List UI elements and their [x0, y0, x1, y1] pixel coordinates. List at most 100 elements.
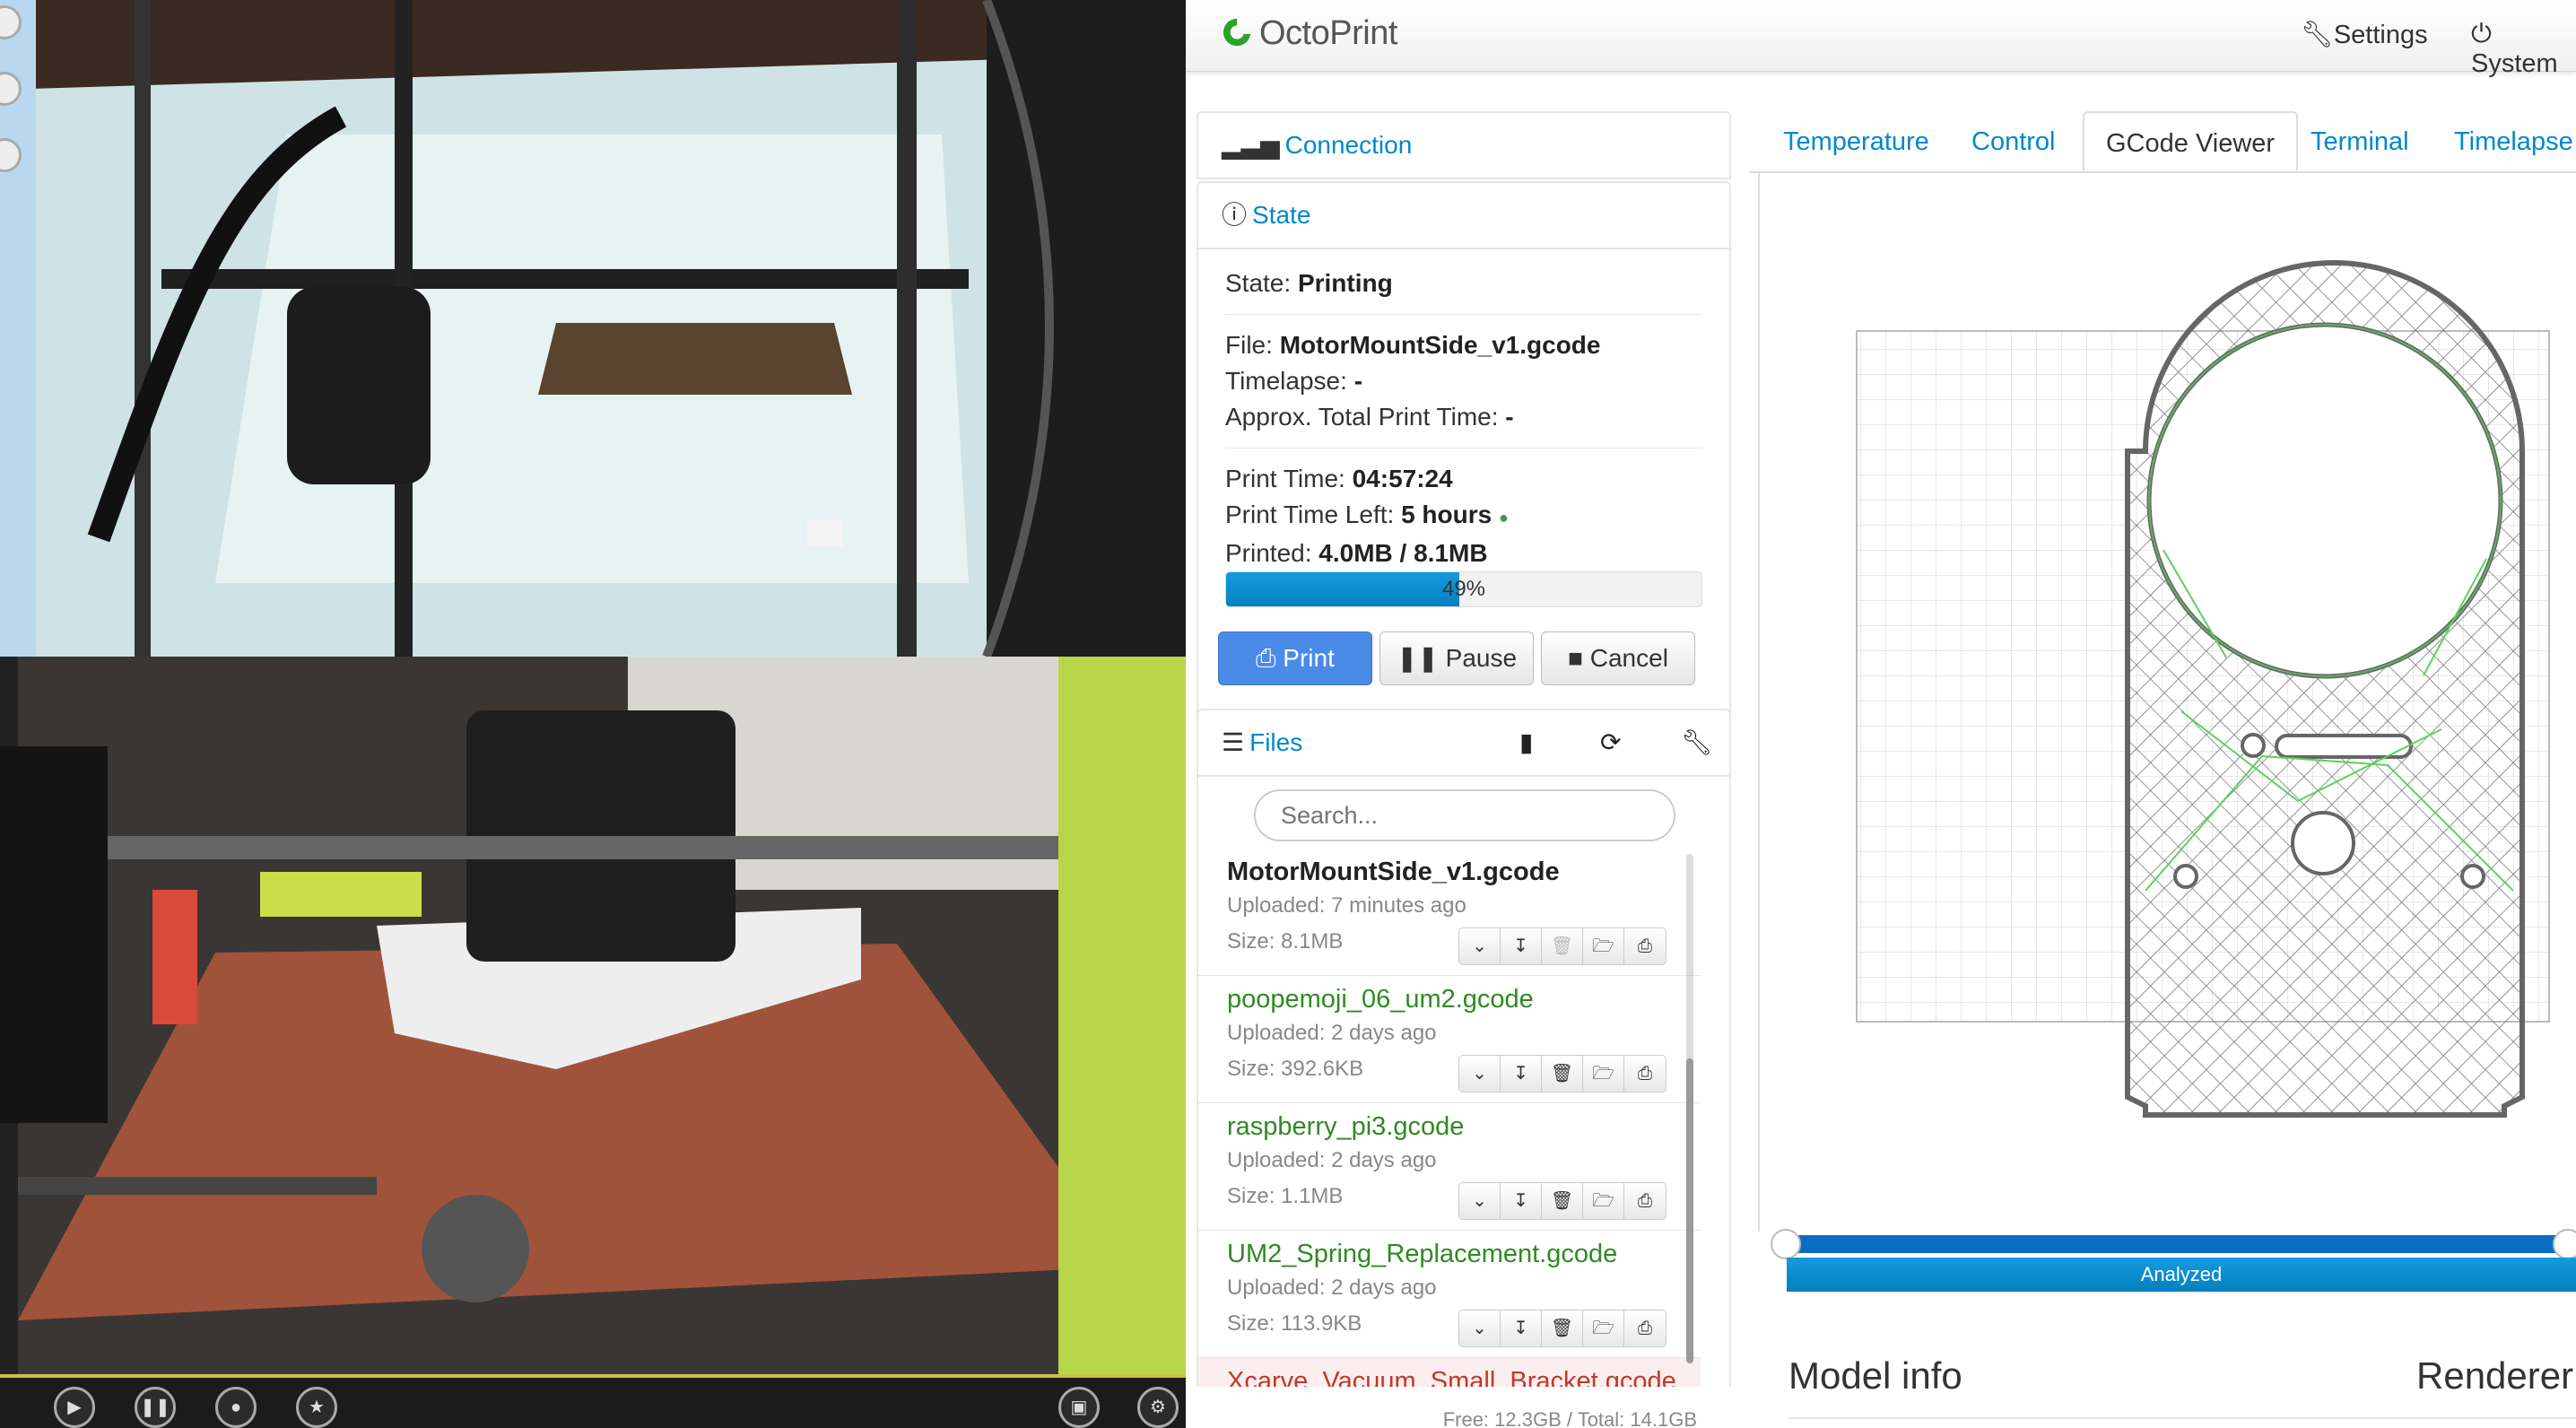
tab-gcode-viewer[interactable]: GCode Viewer: [2083, 111, 2299, 172]
renderer-rule: [2416, 1417, 2576, 1419]
cancel-button[interactable]: ■ Cancel: [1541, 631, 1695, 685]
print-icon[interactable]: ⎙: [1624, 928, 1666, 964]
folder-open-icon[interactable]: 🗁︎: [1583, 1056, 1624, 1092]
stop-icon: ■: [1568, 644, 1583, 672]
pause-button[interactable]: ❚❚ Pause: [1379, 631, 1534, 685]
file-item[interactable]: raspberry_pi3.gcode Uploaded: 2 days ago…: [1198, 1103, 1701, 1231]
printer-icon: ⎙: [1256, 644, 1276, 672]
chevron-down-icon[interactable]: ⌄: [1459, 1183, 1501, 1219]
model-info-rule: [1788, 1417, 2438, 1419]
folder-open-icon[interactable]: 🗁︎: [1583, 928, 1624, 964]
side-tool-button[interactable]: [0, 72, 22, 106]
file-item[interactable]: poopemoji_06_um2.gcode Uploaded: 2 days …: [1198, 976, 1701, 1103]
tab-temperature[interactable]: Temperature: [1762, 111, 1951, 172]
file-uploaded: Uploaded: 2 days ago: [1227, 1021, 1437, 1045]
octoprint-logo-icon: [1223, 18, 1251, 47]
search-input[interactable]: [1254, 789, 1675, 841]
printer-enclosure-view: [0, 0, 1186, 657]
brand-name: OctoPrint: [1259, 14, 1397, 52]
side-tool-button[interactable]: [0, 138, 22, 172]
snapshot-icon[interactable]: ▣: [1058, 1387, 1100, 1428]
state-panel: State: Printing File: MotorMountSide_v1.…: [1197, 249, 1731, 773]
file-size: Size: 1.1MB: [1227, 1184, 1344, 1208]
power-icon: ⏻: [2471, 20, 2492, 48]
layer-slider[interactable]: [1785, 1235, 2567, 1253]
video-controls-bar: ▶ ❚❚ ● ★ ▣ ⚙: [0, 1374, 1186, 1428]
chevron-down-icon[interactable]: ⌄: [1459, 1310, 1501, 1346]
chevron-down-icon[interactable]: ⌄: [1459, 928, 1501, 964]
file-uploaded: Uploaded: 2 days ago: [1227, 1148, 1437, 1172]
main-content: Temperature Control GCode Viewer Termina…: [1749, 72, 2576, 1428]
layer-slider-handle-start[interactable]: [1771, 1229, 1801, 1259]
file-uploaded: Uploaded: 7 minutes ago: [1227, 893, 1466, 918]
model-info-title: Model info: [1788, 1354, 1962, 1397]
tab-control[interactable]: Control: [1950, 111, 2077, 172]
camera-feed-bottom: [0, 657, 1186, 1374]
layer-slider-handle-end[interactable]: [2553, 1229, 2576, 1259]
file-item[interactable]: UM2_Spring_Replacement.gcode Uploaded: 2…: [1198, 1231, 1701, 1358]
print-button[interactable]: ⎙ Print: [1218, 631, 1372, 685]
pause-icon[interactable]: ❚❚: [135, 1387, 176, 1428]
refresh-icon[interactable]: ⟳: [1600, 710, 1621, 775]
tab-timelapse[interactable]: Timelapse: [2432, 111, 2576, 172]
gcode-viewer-canvas[interactable]: [1758, 173, 2576, 1232]
file-name: Xcarve_Vacuum_Small_Bracket.gcode: [1227, 1367, 1676, 1387]
print-bed-view: [0, 657, 1186, 1374]
tab-terminal[interactable]: Terminal: [2289, 111, 2431, 172]
download-icon[interactable]: ↧: [1501, 1310, 1542, 1346]
file-item[interactable]: MotorMountSide_v1.gcode Uploaded: 7 minu…: [1198, 849, 1701, 976]
list-icon: ☰: [1222, 728, 1245, 756]
audio-icon[interactable]: ●: [215, 1387, 257, 1428]
sidebar: ▂▃▅ Connection ⓘ State State: Printing Fil…: [1186, 72, 1731, 1428]
brand[interactable]: OctoPrint: [1220, 14, 1397, 53]
print-icon[interactable]: ⎙: [1624, 1056, 1666, 1092]
file-size: Size: 392.6KB: [1227, 1057, 1364, 1081]
file-row: File: MotorMountSide_v1.gcode: [1225, 331, 1601, 359]
file-item[interactable]: Xcarve_Vacuum_Small_Bracket.gcode: [1198, 1358, 1701, 1387]
record-icon[interactable]: ★: [296, 1387, 337, 1428]
wrench-icon: 🔧︎: [2301, 21, 2334, 49]
file-list-scrollbar-track[interactable]: [1686, 854, 1693, 1076]
files-label: Files: [1249, 728, 1303, 756]
trash-icon[interactable]: 🗑︎: [1542, 1310, 1583, 1346]
renderer-title: Renderer: [2416, 1354, 2574, 1397]
trash-icon[interactable]: 🗑︎: [1542, 928, 1583, 964]
camera-feeds: ▶ ❚❚ ● ★ ▣ ⚙: [0, 0, 1186, 1428]
camera-feed-top: [0, 0, 1186, 657]
file-name: raspberry_pi3.gcode: [1227, 1112, 1465, 1141]
pause-icon: ❚❚: [1396, 644, 1439, 672]
camera-side-toolbar: [0, 0, 36, 657]
print-icon[interactable]: ⎙: [1624, 1310, 1666, 1346]
chevron-down-icon[interactable]: ⌄: [1459, 1056, 1501, 1092]
file-actions: ⌄ ↧ 🗑︎ 🗁︎ ⎙: [1458, 1055, 1667, 1093]
play-icon[interactable]: ▶: [54, 1387, 95, 1428]
info-icon: ⓘ: [1222, 201, 1248, 229]
system-menu[interactable]: ⏻ System: [2471, 20, 2576, 79]
folder-open-icon[interactable]: 🗁︎: [1583, 1183, 1624, 1219]
file-size: Size: 8.1MB: [1227, 929, 1344, 953]
upload-file-icon[interactable]: ▮: [1519, 710, 1533, 775]
wrench-icon[interactable]: 🔧︎: [1681, 710, 1713, 775]
progress-label: 49%: [1441, 577, 1486, 601]
file-actions: ⌄ ↧ 🗑︎ 🗁︎ ⎙: [1458, 1310, 1667, 1347]
signal-icon: ▂▃▅: [1222, 131, 1280, 159]
timelapse-row: Timelapse: -: [1225, 367, 1363, 395]
download-icon[interactable]: ↧: [1501, 928, 1542, 964]
download-icon[interactable]: ↧: [1501, 1183, 1542, 1219]
state-panel-header[interactable]: ⓘ State: [1197, 181, 1731, 249]
trash-icon[interactable]: 🗑︎: [1542, 1183, 1583, 1219]
storage-info: Free: 12.3GB / Total: 14.1GB: [1442, 1408, 1697, 1428]
side-tool-button[interactable]: [0, 5, 22, 39]
print-icon[interactable]: ⎙: [1624, 1183, 1666, 1219]
file-name: poopemoji_06_um2.gcode: [1227, 985, 1534, 1014]
settings-link[interactable]: 🔧︎Settings: [2301, 20, 2428, 50]
files-panel-header[interactable]: ☰ Files ▮ ⟳ 🔧︎: [1197, 709, 1731, 777]
printed-row: Printed: 4.0MB / 8.1MB: [1225, 539, 1488, 567]
download-icon[interactable]: ↧: [1501, 1056, 1542, 1092]
folder-open-icon[interactable]: 🗁︎: [1583, 1310, 1624, 1346]
trash-icon[interactable]: 🗑︎: [1542, 1056, 1583, 1092]
connection-panel-header[interactable]: ▂▃▅ Connection: [1197, 111, 1731, 179]
settings-icon[interactable]: ⚙: [1137, 1387, 1179, 1428]
file-name: MotorMountSide_v1.gcode: [1227, 858, 1560, 886]
file-list-scrollbar[interactable]: [1686, 1058, 1693, 1363]
